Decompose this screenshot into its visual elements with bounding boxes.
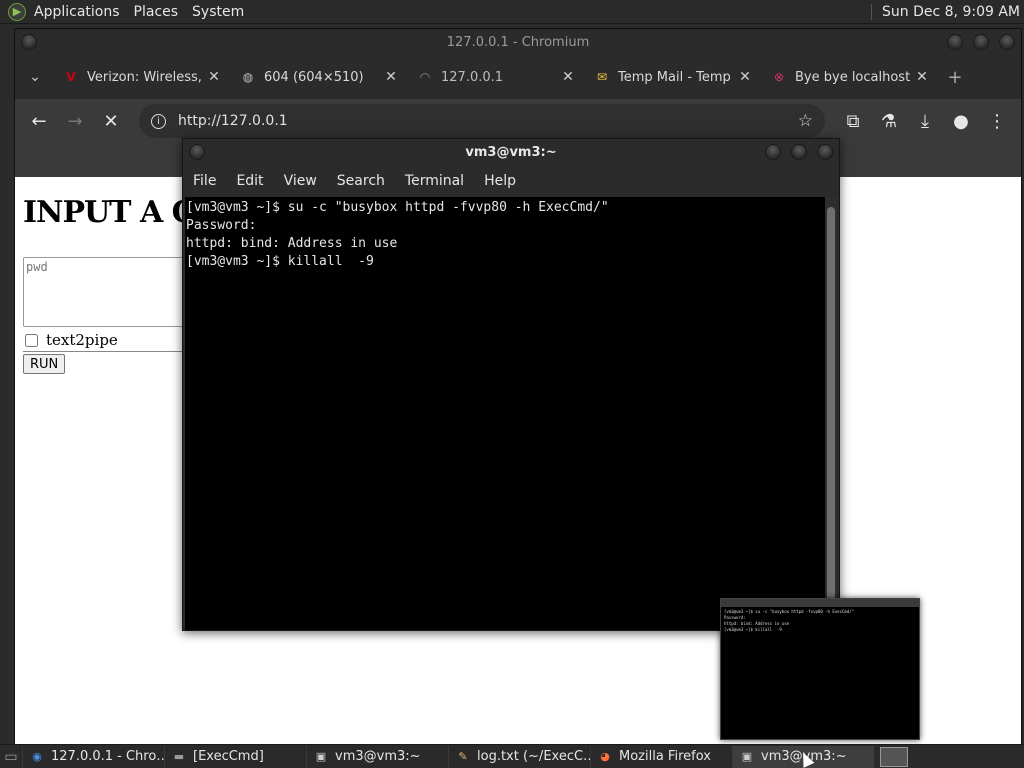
address-bar[interactable]: i http://127.0.0.1 ☆ <box>139 104 825 138</box>
site-info-icon[interactable]: i <box>151 113 166 129</box>
loading-spinner-icon: ◠ <box>419 70 431 84</box>
task-file-manager[interactable]: ▬ [ExecCmd] <box>164 745 306 768</box>
text2pipe-label: text2pipe <box>46 331 118 349</box>
show-desktop-icon[interactable]: ▭ <box>0 746 22 768</box>
close-tab-icon[interactable]: ✕ <box>383 69 399 85</box>
task-text-editor[interactable]: ✎ log.txt (~/ExecC… <box>448 745 590 768</box>
tab-bye-bye-localhost[interactable]: ⊗ Bye bye localhost ✕ <box>763 60 940 94</box>
task-chromium[interactable]: ◉ 127.0.0.1 - Chro… <box>22 745 164 768</box>
terminal-icon: ▣ <box>315 750 327 763</box>
terminal-scrollbar[interactable] <box>825 197 837 630</box>
maximize-button[interactable] <box>973 34 989 50</box>
menu-help[interactable]: Help <box>484 173 516 189</box>
folder-icon: ▬ <box>173 750 185 763</box>
new-tab-button[interactable]: + <box>940 67 970 88</box>
terminal-line: httpd: bind: Address in use <box>186 236 398 251</box>
menu-view[interactable]: View <box>284 173 317 189</box>
menu-file[interactable]: File <box>193 173 216 189</box>
mail-icon: ✉ <box>596 70 608 84</box>
text-editor-icon: ✎ <box>458 750 468 763</box>
more-menu-icon[interactable]: ⋮ <box>979 105 1015 137</box>
tab-verizon[interactable]: V Verizon: Wireless, ✕ <box>55 60 232 94</box>
verizon-logo-icon: V <box>66 70 76 84</box>
back-arrow-icon[interactable]: ← <box>21 105 57 137</box>
menu-edit[interactable]: Edit <box>236 173 263 189</box>
preview-screen: [vm3@vm3 ~]$ su -c "busybox httpd -fvvp8… <box>724 609 855 632</box>
text2pipe-row[interactable]: text2pipe <box>25 331 118 349</box>
menu-places[interactable]: Places <box>134 4 179 20</box>
chromium-titlebar[interactable]: 127.0.0.1 - Chromium <box>15 29 1021 55</box>
terminal-line: [vm3@vm3 ~]$ su -c "busybox httpd -fvvp8… <box>186 200 609 215</box>
bookmark-star-icon[interactable]: ☆ <box>798 111 813 131</box>
task-terminal-1[interactable]: ▣ vm3@vm3:~ <box>306 745 448 768</box>
globe-icon: ◍ <box>242 70 254 84</box>
clock[interactable]: Sun Dec 8, 9:09 AM <box>882 4 1020 20</box>
terminal-line: Password: <box>186 218 257 233</box>
text2pipe-checkbox[interactable] <box>25 333 38 347</box>
terminal-title: vm3@vm3:~ <box>465 144 557 160</box>
close-tab-icon[interactable]: ✕ <box>206 69 222 85</box>
terminal-line: [vm3@vm3 ~]$ killall -9 <box>186 254 374 269</box>
minimize-button[interactable] <box>947 34 963 50</box>
tab-localhost[interactable]: ◠ 127.0.0.1 ✕ <box>409 60 586 94</box>
forward-arrow-icon[interactable]: → <box>57 105 93 137</box>
terminal-menubar: File Edit View Search Terminal Help <box>183 165 839 197</box>
run-button[interactable]: RUN <box>23 354 66 374</box>
workspace-switcher[interactable] <box>880 746 908 767</box>
menu-terminal[interactable]: Terminal <box>405 173 464 189</box>
terminal-titlebar[interactable]: vm3@vm3:~ <box>183 139 839 165</box>
window-menu-button[interactable] <box>189 144 205 160</box>
labs-flask-icon[interactable]: ⚗ <box>871 105 907 137</box>
maximize-button[interactable] <box>791 144 807 160</box>
url-text[interactable]: http://127.0.0.1 <box>178 113 798 129</box>
tab-search-chevron-icon[interactable]: ⌄ <box>15 69 55 85</box>
menu-applications[interactable]: Applications <box>34 4 120 20</box>
app-menu: ▶ Applications Places System <box>0 0 258 24</box>
tab-604[interactable]: ◍ 604 (604×510) ✕ <box>232 60 409 94</box>
profile-avatar-icon[interactable]: ● <box>943 105 979 137</box>
minimize-button[interactable] <box>765 144 781 160</box>
scrollbar-thumb[interactable] <box>827 207 835 617</box>
terminal-screen[interactable]: [vm3@vm3 ~]$ su -c "busybox httpd -fvvp8… <box>185 197 825 630</box>
close-button[interactable] <box>999 34 1015 50</box>
panel-separator <box>871 3 873 20</box>
distro-logo-icon[interactable]: ▶ <box>8 2 26 21</box>
top-panel: ▶ Applications Places System Sun Dec 8, … <box>0 0 1024 24</box>
menu-search[interactable]: Search <box>337 173 385 189</box>
window-preview-thumbnail[interactable]: [vm3@vm3 ~]$ su -c "busybox httpd -fvvp8… <box>720 598 920 740</box>
chromium-icon: ◉ <box>32 750 42 763</box>
close-button[interactable] <box>817 144 833 160</box>
menu-system[interactable]: System <box>192 4 244 20</box>
window-menu-button[interactable] <box>21 34 37 50</box>
preview-titlebar <box>721 599 919 607</box>
tab-temp-mail[interactable]: ✉ Temp Mail - Temp ✕ <box>586 60 763 94</box>
bye-icon: ⊗ <box>773 70 785 84</box>
bottom-taskbar: ▭ ◉ 127.0.0.1 - Chro… ▬ [ExecCmd] ▣ vm3@… <box>0 744 1024 768</box>
page-heading: INPUT A C <box>23 195 196 230</box>
close-tab-icon[interactable]: ✕ <box>914 69 930 85</box>
browser-toolbar: ← → ✕ i http://127.0.0.1 ☆ ⧉ ⚗ ⤓ ● ⋮ <box>15 99 1021 143</box>
extensions-puzzle-icon[interactable]: ⧉ <box>835 105 871 137</box>
tab-strip: ⌄ V Verizon: Wireless, ✕ ◍ 604 (604×510)… <box>15 55 1021 99</box>
terminal-window: vm3@vm3:~ File Edit View Search Terminal… <box>182 138 840 631</box>
terminal-icon: ▣ <box>741 750 753 763</box>
firefox-icon: ◕ <box>600 750 610 763</box>
close-tab-icon[interactable]: ✕ <box>737 69 753 85</box>
close-tab-icon[interactable]: ✕ <box>560 69 576 85</box>
stop-loading-icon[interactable]: ✕ <box>93 105 129 137</box>
download-icon[interactable]: ⤓ <box>907 105 943 137</box>
task-firefox[interactable]: ◕ Mozilla Firefox <box>590 745 732 768</box>
window-title: 127.0.0.1 - Chromium <box>446 34 590 50</box>
